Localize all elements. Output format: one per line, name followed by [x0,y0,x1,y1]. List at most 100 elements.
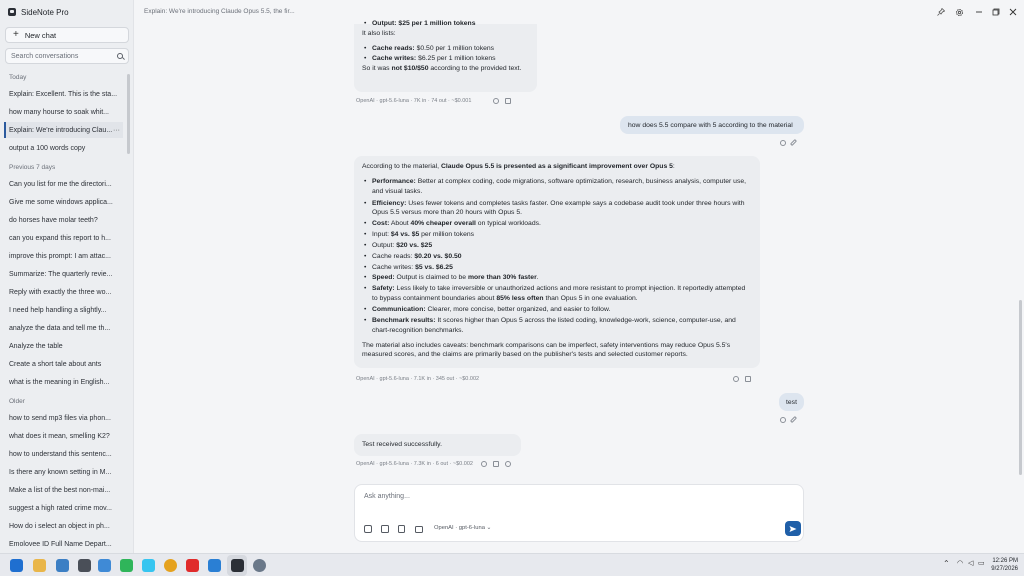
conversation-item[interactable]: improve this prompt: I am attac... [4,248,123,264]
save-icon[interactable] [745,376,752,382]
conversation-item[interactable]: Is there any known setting in M... [4,464,123,480]
clock-date: 9/27/2026 [991,566,1018,573]
clock-time: 12:26 PM [992,558,1018,564]
copy-icon[interactable] [780,139,786,146]
weather-icon[interactable] [98,559,111,572]
edit-icon[interactable] [789,415,798,424]
tray-chevron-up-icon[interactable]: ⌃ [943,559,950,568]
file-icon[interactable] [398,525,405,533]
conversation-item[interactable]: can you expand this report to h... [4,230,123,246]
conversation-item[interactable]: Can you list for me the directori... [4,176,123,192]
sidenote-app-icon[interactable] [231,559,244,572]
conversation-item[interactable]: Make a list of the best non-mai... [4,482,123,498]
conversation-item[interactable]: suggest a high rated crime mov... [4,500,123,516]
settings-icon[interactable] [253,559,266,572]
list-item: Cache reads: $0.50 per 1 million tokens [362,44,529,54]
list-item: Communication: Clearer, more concise, be… [362,305,752,315]
top-bar: Explain: We're introducing Claude Opus 5… [134,0,1024,24]
message-meta: OpenAI · gpt-5.6-luna · 7.3K in · 6 out … [356,461,511,467]
message-text: Output: $25 per 1 million tokens [372,20,476,27]
close-icon[interactable] [1008,7,1018,17]
conversation-title: Explain: We're introducing Claude Opus 5… [144,8,295,15]
assistant-message: According to the material, Claude Opus 5… [354,156,760,368]
new-chat-label: New chat [24,30,57,40]
conversation-item[interactable]: what is the meaning in English... [4,374,123,390]
pin-icon[interactable] [936,7,946,17]
image-icon[interactable] [381,525,389,533]
list-item: Speed: Output is claimed to be more than… [362,273,752,283]
list-item: Output: $20 vs. $25 [362,241,752,251]
message-text: how does 5.5 compare with 5 according to… [628,121,793,129]
message-text: The material also includes caveats: benc… [362,341,731,359]
copy-icon[interactable] [780,416,786,423]
chat-scrollbar-thumb[interactable] [1019,300,1022,475]
composer[interactable]: Ask anything... OpenAI · gpt-6-luna ⌄ [354,484,804,542]
chevron-down-icon: ⌄ [486,525,492,531]
message-meta: OpenAI · gpt-5.6-luna · 7.1K in · 345 ou… [356,376,752,382]
copy-icon[interactable] [493,98,500,104]
conversation-item[interactable]: How do i select an object in ph... [4,518,123,534]
message-input-placeholder[interactable]: Ask anything... [364,493,410,500]
notepad-icon[interactable] [56,559,69,572]
new-chat-button[interactable]: + New chat [5,27,129,43]
conversation-item[interactable]: I need help handling a slightly... [4,302,123,318]
conversation-item[interactable]: Give me some windows applica... [4,194,123,210]
folder-icon[interactable] [415,526,423,533]
save-icon[interactable] [492,461,499,467]
send-icon [789,525,797,532]
message-text: According to the material, Claude Opus 5… [362,163,675,170]
list-item: Efficiency: Uses fewer tokens and comple… [362,199,752,219]
more-options-icon[interactable]: ··· [113,127,120,134]
vscode-icon[interactable] [208,559,221,572]
copy-icon[interactable] [480,461,487,467]
message-text: test [786,398,797,406]
slack-icon[interactable] [142,559,155,572]
conversation-item[interactable]: Create a short tale about ants [4,356,123,372]
conversation-item[interactable]: analyze the data and tell me th... [4,320,123,336]
conversation-item[interactable]: Emolovee ID Full Name Depart... [4,536,123,552]
list-item: Performance: Better at complex coding, c… [362,177,752,197]
conversation-item-active[interactable]: Explain: We're introducing Clau... ··· [4,122,123,138]
maximize-icon[interactable] [991,7,1001,17]
conversation-item[interactable]: Summarize: The quarterly revie... [4,266,123,282]
user-message: how does 5.5 compare with 5 according to… [620,116,804,134]
app-title-text: SideNote Pro [21,7,69,17]
volume-icon[interactable]: ◁ [968,559,973,567]
conversation-item[interactable]: Reply with exactly the three wo... [4,284,123,300]
save-icon[interactable] [505,98,512,104]
plus-icon: + [13,29,19,40]
taskbar: ⌃ ◠ ◁ ▭ 12:26 PM 9/27/2026 [0,553,1024,576]
conversation-item[interactable]: how to send mp3 files via phon... [4,410,123,426]
model-selector-label: OpenAI · gpt-6-luna [434,525,485,531]
sidebar-scrollbar[interactable] [127,74,130,154]
conversation-item[interactable]: output a 100 words copy [4,140,123,156]
conversation-item[interactable]: how to understand this sentenc... [4,446,123,462]
file-explorer-icon[interactable] [33,559,46,572]
wifi-icon[interactable]: ◠ [957,559,963,567]
model-selector[interactable]: OpenAI · gpt-6-luna ⌄ [434,525,491,531]
send-button[interactable] [785,521,801,536]
conversation-item[interactable]: Analyze the table [4,338,123,354]
conversation-item[interactable]: do horses have molar teeth? [4,212,123,228]
chrome-icon[interactable] [164,559,177,572]
list-item: Cost: About 40% cheaper overall on typic… [362,219,752,229]
copy-icon[interactable] [733,376,740,382]
minimize-icon[interactable] [974,7,984,17]
regenerate-icon[interactable] [504,461,511,467]
section-older: Older [9,398,25,405]
list-item: Benchmark results: It scores higher than… [362,316,752,336]
conversation-item[interactable]: how many hourse to soak whit... [4,104,123,120]
search-placeholder: Search conversations [11,52,79,60]
app-icon[interactable] [78,559,91,572]
chat-app-icon[interactable] [120,559,133,572]
clock[interactable]: 12:26 PM 9/27/2026 [982,557,1018,573]
search-input[interactable]: Search conversations [5,48,129,64]
conversation-item[interactable]: what does it mean, smelling K2? [4,428,123,444]
start-icon[interactable] [10,559,23,572]
camera-icon[interactable] [364,525,372,533]
youtube-icon[interactable] [186,559,199,572]
message-text: So it was not $10/$50 according to the p… [362,64,522,72]
edit-icon[interactable] [789,138,798,147]
conversation-item[interactable]: Explain: Excellent. This is the sta... [4,86,123,102]
settings-gear-icon[interactable] [954,7,964,17]
